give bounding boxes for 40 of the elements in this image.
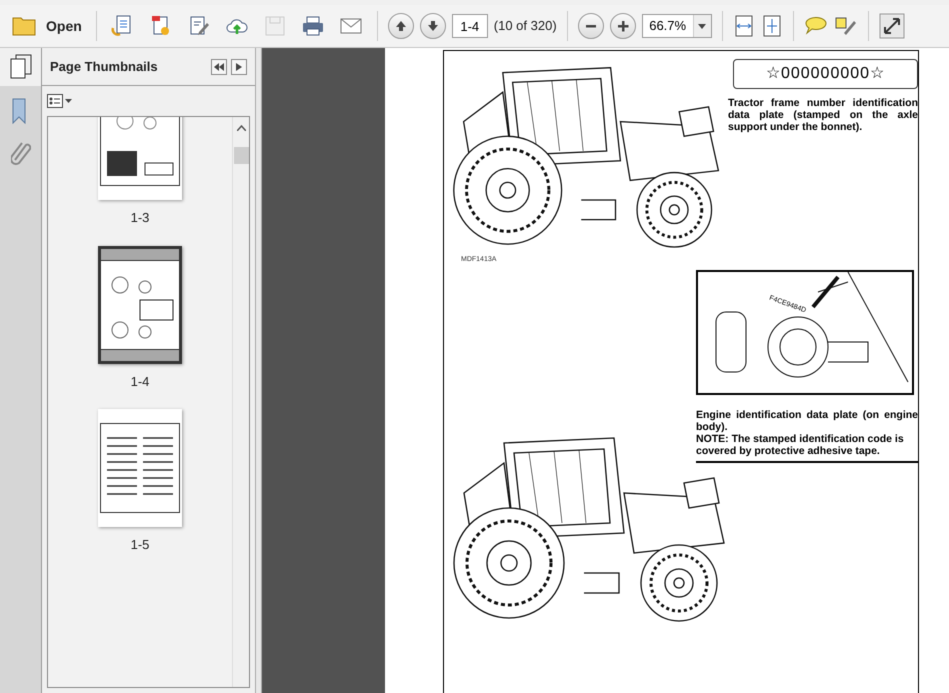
page-label: 1-5 bbox=[130, 536, 150, 554]
frame-caption: Tractor frame number identification data plate (stamped on the axle support under the bonnet). bbox=[728, 97, 918, 133]
page-label: 1-3 bbox=[130, 209, 150, 227]
page-number-field[interactable]: 1-4 bbox=[452, 14, 488, 38]
up-arrow-icon bbox=[394, 19, 408, 33]
previous-page-button[interactable] bbox=[388, 13, 414, 39]
expand-icon[interactable] bbox=[878, 13, 905, 39]
collapse-button[interactable] bbox=[211, 58, 227, 74]
page-thumbnail[interactable] bbox=[98, 409, 182, 527]
caret-icon bbox=[698, 24, 706, 28]
engine-caption: Engine identification data plate (on engine body). bbox=[696, 408, 918, 432]
zoom-out-button[interactable] bbox=[578, 13, 604, 39]
zoom-in-button[interactable] bbox=[610, 13, 636, 39]
double-left-arrow-icon bbox=[214, 62, 224, 70]
serial-plate: ☆000000000☆ bbox=[733, 59, 918, 89]
engine-note: NOTE: The stamped identification code is covered by protective adhesive tape. bbox=[696, 432, 905, 456]
folder-icon bbox=[12, 15, 38, 37]
panel-title: Page Thumbnails bbox=[50, 58, 158, 76]
next-page-button[interactable] bbox=[420, 13, 446, 39]
highlight-pen-icon[interactable] bbox=[834, 15, 858, 37]
page-label: 1-4 bbox=[130, 372, 150, 390]
fit-width-icon[interactable] bbox=[732, 14, 755, 38]
scrollbar[interactable] bbox=[232, 117, 249, 687]
expand-panel-button[interactable] bbox=[231, 58, 247, 74]
zoom-field[interactable]: 66.7% bbox=[642, 14, 712, 38]
page-thumbnail[interactable] bbox=[98, 246, 182, 364]
right-arrow-icon bbox=[236, 62, 242, 70]
down-arrow-icon bbox=[426, 19, 440, 33]
paperclip-icon[interactable] bbox=[10, 140, 30, 166]
fit-page-icon[interactable] bbox=[760, 14, 783, 38]
options-icon[interactable] bbox=[47, 94, 73, 108]
open-button[interactable]: Open bbox=[8, 15, 86, 37]
scroll-up-icon[interactable] bbox=[236, 125, 246, 131]
page-thumbnail[interactable] bbox=[98, 117, 182, 200]
plus-icon bbox=[616, 19, 630, 33]
scroll-thumb[interactable] bbox=[234, 147, 248, 164]
comment-icon[interactable] bbox=[804, 15, 828, 37]
pages-icon[interactable] bbox=[10, 54, 32, 80]
print-icon[interactable] bbox=[300, 14, 325, 38]
page-count: (10 of 320) bbox=[494, 17, 557, 36]
